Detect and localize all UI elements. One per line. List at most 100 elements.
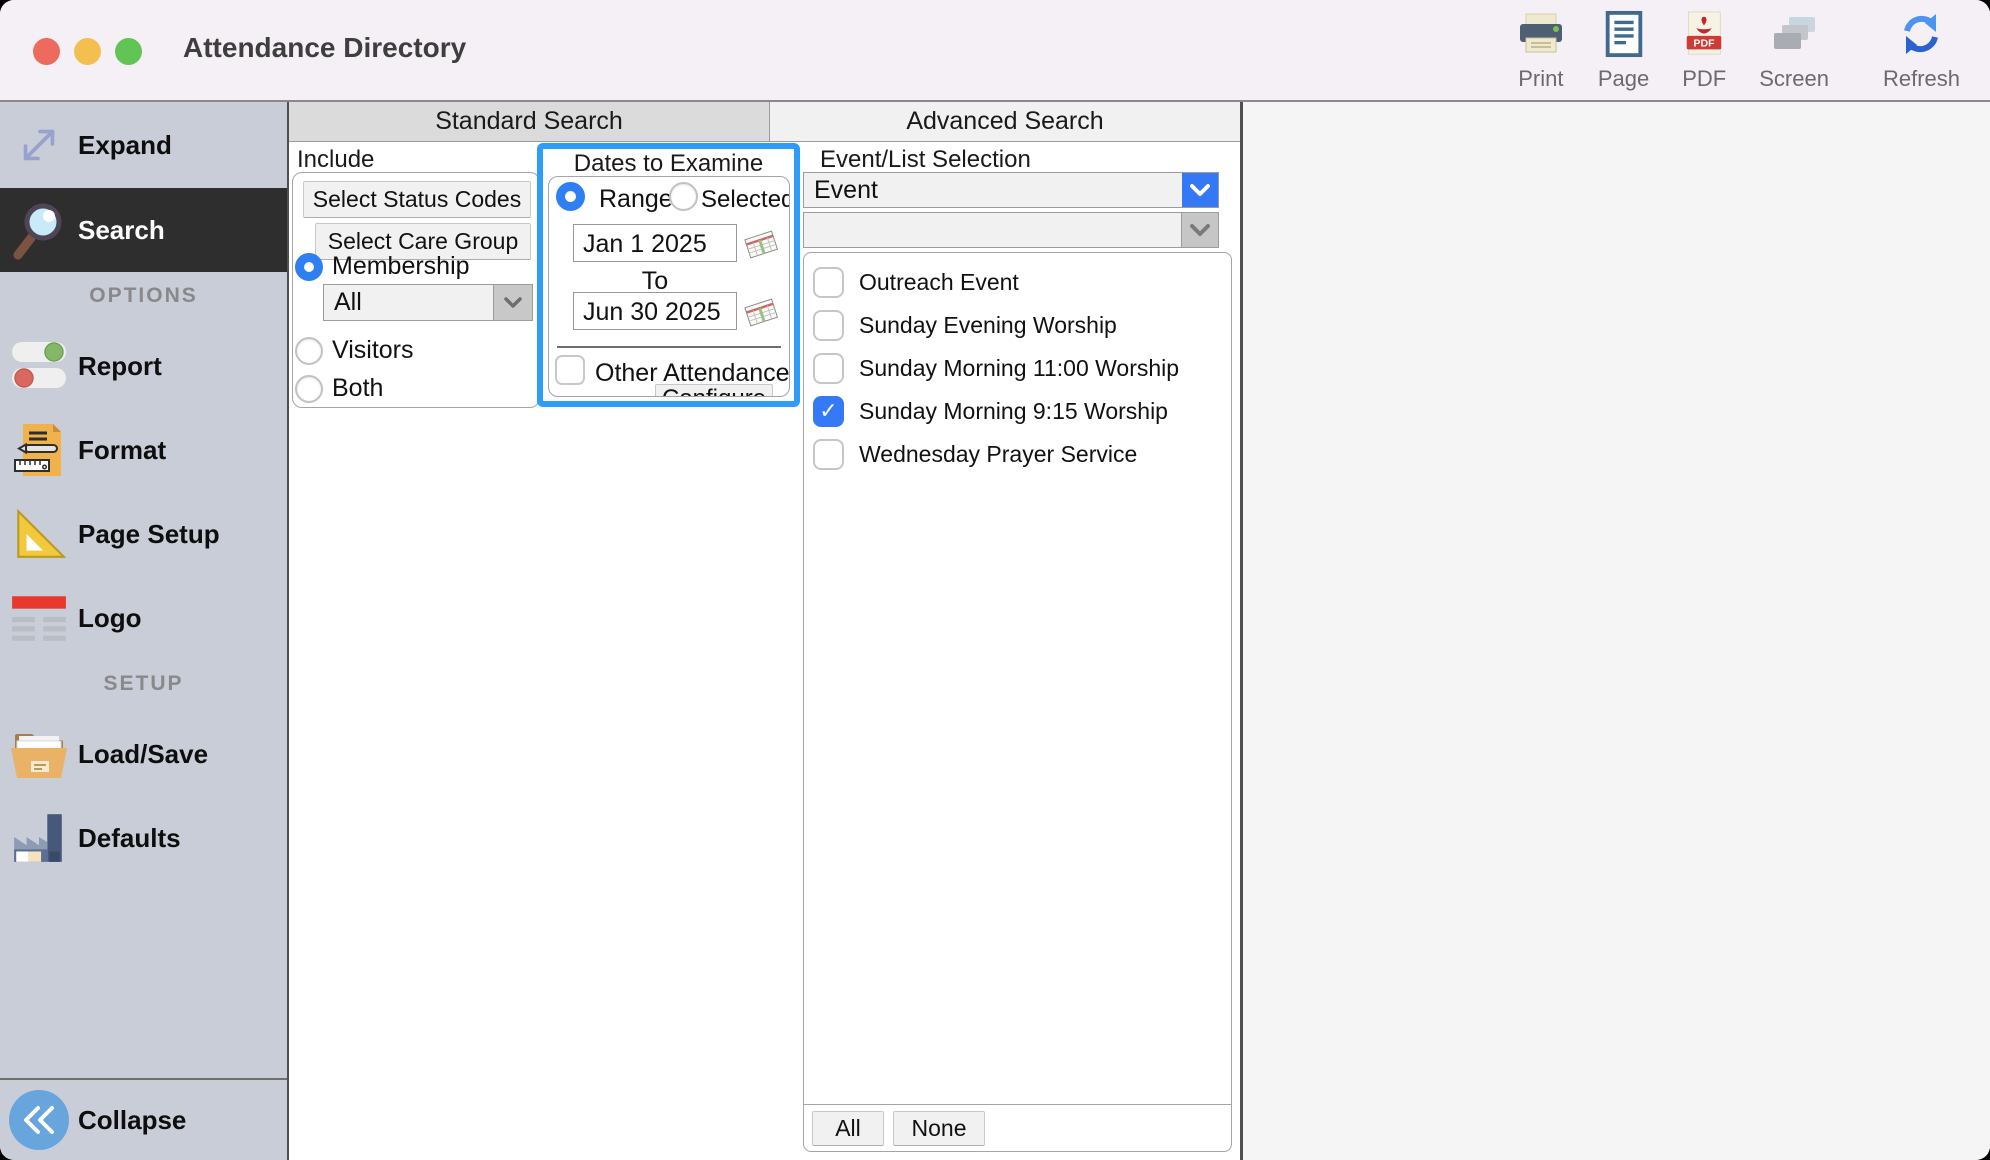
event-label: Wednesday Prayer Service <box>859 441 1137 468</box>
membership-radio-row: Membership <box>295 252 470 281</box>
select-status-codes-button[interactable]: Select Status Codes <box>303 181 531 218</box>
event-row[interactable]: ✓ Sunday Morning 9:15 Worship <box>804 390 1231 433</box>
membership-dropdown[interactable]: All <box>323 284 533 321</box>
sidebar-item-logo[interactable]: Logo <box>0 576 287 660</box>
chevron-down-icon <box>503 296 523 309</box>
svg-text:PDF: PDF <box>1694 37 1716 49</box>
selected-radio[interactable] <box>669 182 698 211</box>
both-label: Both <box>332 374 383 403</box>
defaults-icon <box>0 810 78 866</box>
event-checkbox[interactable] <box>813 353 844 384</box>
sidebar-item-format[interactable]: Format <box>0 408 287 492</box>
configure-button[interactable]: Configure <box>655 384 773 397</box>
calendar-picker-icon-to[interactable] <box>742 296 780 333</box>
event-filter-dropdown-button[interactable] <box>1181 213 1218 247</box>
event-row[interactable]: Wednesday Prayer Service <box>804 433 1231 476</box>
expand-icon <box>0 116 78 174</box>
sidebar-page-setup-label: Page Setup <box>78 519 220 550</box>
sidebar-format-label: Format <box>78 435 166 466</box>
event-filter-dropdown[interactable] <box>803 212 1219 248</box>
search-panel: Standard Search Advanced Search Include … <box>289 102 1243 1160</box>
print-label: Print <box>1518 66 1563 92</box>
visitors-radio[interactable] <box>295 337 323 365</box>
event-row[interactable]: Sunday Morning 11:00 Worship <box>804 347 1231 390</box>
event-actions: All None <box>804 1105 1231 1151</box>
event-type-dropdown[interactable]: Event <box>803 172 1219 208</box>
event-list: Outreach Event Sunday Evening Worship Su… <box>804 253 1231 1105</box>
event-label: Sunday Evening Worship <box>859 312 1117 339</box>
membership-label: Membership <box>332 252 470 281</box>
pdf-icon: PDF <box>1681 10 1727 63</box>
tab-standard-search[interactable]: Standard Search <box>289 102 770 141</box>
sidebar-item-search[interactable]: Search <box>0 188 287 272</box>
include-section-label: Include <box>297 146 374 174</box>
visitors-label: Visitors <box>332 336 414 365</box>
visitors-radio-row: Visitors <box>295 336 414 365</box>
zoom-button[interactable] <box>115 38 142 65</box>
event-row[interactable]: Sunday Evening Worship <box>804 304 1231 347</box>
minimize-button[interactable] <box>74 38 101 65</box>
dates-inner-box: Range Selected Jan 1 2025 <box>548 176 790 397</box>
sidebar-item-defaults[interactable]: Defaults <box>0 796 287 880</box>
range-radio[interactable] <box>556 182 585 211</box>
event-checkbox[interactable] <box>813 267 844 298</box>
membership-radio[interactable] <box>295 253 323 281</box>
screen-icon <box>1769 12 1819 63</box>
sidebar-item-expand[interactable]: Expand <box>0 102 287 188</box>
event-label: Outreach Event <box>859 269 1019 296</box>
sidebar-search-label: Search <box>78 215 165 246</box>
sidebar-item-collapse[interactable]: Collapse <box>0 1080 287 1160</box>
range-label: Range <box>599 185 673 214</box>
selected-label: Selected <box>701 186 790 214</box>
event-label: Sunday Morning 11:00 Worship <box>859 355 1179 382</box>
event-checkbox[interactable] <box>813 439 844 470</box>
other-attendance-checkbox[interactable] <box>555 355 585 385</box>
select-all-button[interactable]: All <box>812 1111 884 1146</box>
page-icon <box>1602 10 1646 63</box>
calendar-picker-icon-from[interactable] <box>742 228 780 265</box>
dates-section-label: Dates to Examine <box>543 150 794 178</box>
select-none-button[interactable]: None <box>893 1111 985 1146</box>
screen-button[interactable]: Screen <box>1759 12 1829 92</box>
sidebar-options-header: OPTIONS <box>0 284 287 310</box>
sidebar-defaults-label: Defaults <box>78 823 181 854</box>
event-row[interactable]: Outreach Event <box>804 261 1231 304</box>
page-label: Page <box>1598 66 1649 92</box>
chevron-down-icon <box>1189 183 1211 197</box>
dates-divider <box>557 346 781 348</box>
print-button[interactable]: Print <box>1516 12 1566 92</box>
page-setup-icon <box>0 507 78 561</box>
window-title: Attendance Directory <box>183 32 466 64</box>
date-from-field[interactable]: Jan 1 2025 <box>573 224 737 262</box>
title-bar: Attendance Directory Print <box>0 0 1990 102</box>
event-checkbox-checked[interactable]: ✓ <box>813 396 844 427</box>
refresh-label: Refresh <box>1883 66 1960 92</box>
sidebar-report-label: Report <box>78 351 162 382</box>
close-button[interactable] <box>33 38 60 65</box>
refresh-button[interactable]: Refresh <box>1883 10 1960 92</box>
date-to-field[interactable]: Jun 30 2025 <box>573 292 737 330</box>
event-type-dropdown-button[interactable] <box>1182 173 1218 207</box>
sidebar-load-save-label: Load/Save <box>78 739 208 770</box>
search-icon <box>0 198 78 262</box>
page-button[interactable]: Page <box>1598 10 1649 92</box>
sidebar-item-load-save[interactable]: Load/Save <box>0 712 287 796</box>
sidebar-item-page-setup[interactable]: Page Setup <box>0 492 287 576</box>
pdf-button[interactable]: PDF PDF <box>1681 10 1727 92</box>
report-icon <box>0 338 78 394</box>
format-icon <box>0 420 78 480</box>
event-type-value: Event <box>804 176 1182 205</box>
both-radio[interactable] <box>295 375 323 403</box>
include-box: Select Status Codes Select Care Group Me… <box>292 172 540 408</box>
membership-dropdown-button[interactable] <box>493 285 532 320</box>
dates-to-examine-box: Dates to Examine Range Selected Jan 1 20… <box>537 143 800 407</box>
sidebar-setup-header: SETUP <box>0 672 287 698</box>
pdf-label: PDF <box>1682 66 1726 92</box>
preview-panel <box>1243 102 1990 1160</box>
event-checkbox[interactable] <box>813 310 844 341</box>
tab-advanced-search[interactable]: Advanced Search <box>770 102 1240 141</box>
print-icon <box>1516 12 1566 63</box>
sidebar-expand-label: Expand <box>78 130 172 161</box>
chevron-down-icon <box>1189 223 1211 237</box>
sidebar-item-report[interactable]: Report <box>0 324 287 408</box>
